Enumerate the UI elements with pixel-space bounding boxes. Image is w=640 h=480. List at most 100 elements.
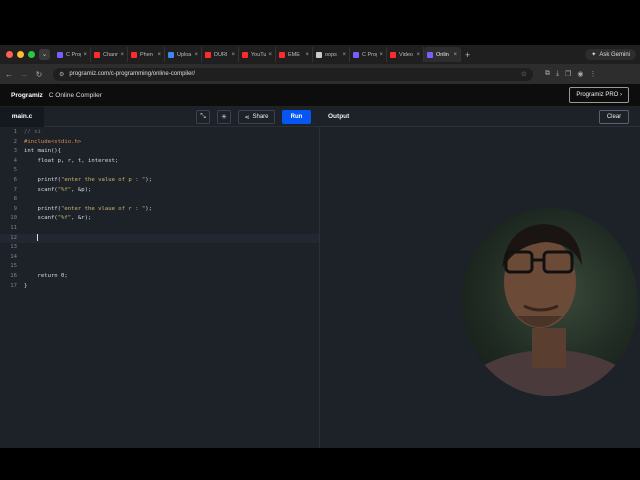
code-line[interactable]: 13 [0,243,319,253]
code-token: printf( [24,205,62,212]
reload-icon[interactable]: ↻ [33,70,45,79]
code-token: printf( [24,176,62,183]
share-button[interactable]: ⋖ Share [238,110,275,124]
ask-gemini-label: Ask Gemini [599,51,630,58]
tab-close-icon[interactable]: × [231,52,235,58]
theme-toggle-icon[interactable]: ☀ [217,110,231,124]
maximize-window-button[interactable] [28,51,35,58]
browser-tab[interactable]: C Prog × [54,47,91,62]
bookmark-star-icon[interactable]: ☆ [521,70,527,78]
tab-label: C Prog [362,51,378,58]
browser-tab[interactable]: YouTu × [239,47,276,62]
line-number: 1 [13,129,17,135]
code-line[interactable]: 3 int main(){ [0,147,319,157]
browser-toolbar: ← → ↻ ⚙ programiz.com/c-programming/onli… [0,64,640,84]
tab-search-dropdown-icon[interactable]: ⌄ [39,49,50,60]
code-line[interactable]: 1 // si [0,128,319,138]
browser-tab[interactable]: oops × [313,47,350,62]
tab-label: Onlin [436,51,449,58]
code-line[interactable]: 4 float p, r, t, interest; [0,157,319,167]
code-editor[interactable]: 1 // si 2 #include<stdio.h> 3 int main(){4 fl… [0,127,319,448]
code-line[interactable]: 6 printf("enter the value of p : "); [0,176,319,186]
browser-tab[interactable]: Phen × [128,47,165,62]
string-literal: "%f" [57,215,72,222]
tab-close-icon[interactable]: × [194,52,198,58]
code-line[interactable]: 9 printf("enter the vlaue of r : "); [0,205,319,215]
code-line[interactable]: 5 [0,166,319,176]
line-number: 3 [13,148,17,155]
browser-tab[interactable]: Chann × [91,47,128,62]
copy-icon[interactable]: ❐ [565,70,571,78]
browser-tab[interactable]: Video × [387,47,424,62]
code-text: // si [24,128,41,138]
site-info-icon[interactable]: ⚙ [59,71,64,78]
tab-close-icon[interactable]: × [305,52,309,58]
close-window-button[interactable] [6,51,13,58]
code-token: float p, r, t, interest; [24,157,119,164]
tab-close-icon[interactable]: × [83,52,87,58]
code-line[interactable]: 10 scanf("%f", &r); [0,214,319,224]
file-tab-main-c[interactable]: main.c [0,106,44,127]
code-line[interactable]: 7 scanf("%f", &p); [0,186,319,196]
programiz-logo[interactable]: Programiz [11,92,43,99]
tab-close-icon[interactable]: × [342,52,346,58]
share-icon: ⋖ [244,114,250,121]
code-line[interactable]: 2 #include<stdio.h> [0,138,319,148]
code-line[interactable]: 11 [0,224,319,234]
code-line[interactable]: 17} [0,282,319,292]
tab-close-icon[interactable]: × [416,52,420,58]
browser-tab[interactable]: C Prog × [350,47,387,62]
code-text: printf("enter the vlaue of r : "); [24,205,152,215]
tab-label: Phen [140,51,153,58]
code-token: return 0; [24,272,68,279]
browser-tab[interactable]: EME × [276,47,313,62]
more-menu-icon[interactable]: ⋮ [590,70,597,78]
line-number: 16 [10,272,17,279]
browser-tab[interactable]: Uploa × [165,47,202,62]
address-bar[interactable]: ⚙ programiz.com/c-programming/online-com… [53,67,533,81]
code-line[interactable]: 15 [0,262,319,272]
tab-favicon-icon [131,51,137,58]
run-button[interactable]: Run [282,110,311,124]
line-number: 13 [10,244,17,251]
tab-close-icon[interactable]: × [268,52,272,58]
code-line[interactable]: 12 [0,233,319,244]
extensions-icon[interactable]: ⧉ [545,70,550,78]
tab-label: DURI [214,51,228,58]
tab-label: oops [325,51,337,58]
download-icon[interactable]: ⤓ [556,70,559,78]
profile-icon[interactable]: ◉ [577,70,583,78]
code-text: scanf("%f", &p); [24,186,91,196]
tab-close-icon[interactable]: × [453,52,457,58]
browser-tab[interactable]: Onlin × [424,47,461,62]
programiz-pro-button[interactable]: Programiz PRO › [569,87,629,103]
tab-close-icon[interactable]: × [120,52,124,58]
code-token: // si [24,129,41,135]
string-literal: "enter the value of p : " [61,176,146,183]
minimize-window-button[interactable] [17,51,24,58]
tab-close-icon[interactable]: × [379,52,383,58]
tab-favicon-icon [390,51,396,58]
clear-button[interactable]: Clear [599,110,629,124]
code-text: printf("enter the value of p : "); [24,176,152,186]
url-text: programiz.com/c-programming/online-compi… [69,71,196,77]
back-icon[interactable]: ← [3,70,15,79]
browser-tab[interactable]: DURI × [202,47,239,62]
line-number: 10 [10,215,17,222]
fullscreen-icon[interactable]: ⤡ [196,110,210,124]
code-text: #include<stdio.h> [24,138,81,148]
code-line[interactable]: 16 return 0; [0,272,319,282]
tab-favicon-icon [316,51,322,58]
ask-gemini-button[interactable]: ✦ Ask Gemini [585,49,636,60]
tab-label: Video [399,51,413,58]
code-text: } [24,282,27,292]
new-tab-button[interactable]: + [465,50,470,60]
webcam-overlay [462,208,638,396]
forward-icon[interactable]: → [18,70,30,79]
code-token: #include<stdio.h> [24,138,82,145]
code-line[interactable]: 8 [0,195,319,205]
tab-label: EME [288,51,300,58]
code-line[interactable]: 14 [0,253,319,263]
tab-close-icon[interactable]: × [157,52,161,58]
